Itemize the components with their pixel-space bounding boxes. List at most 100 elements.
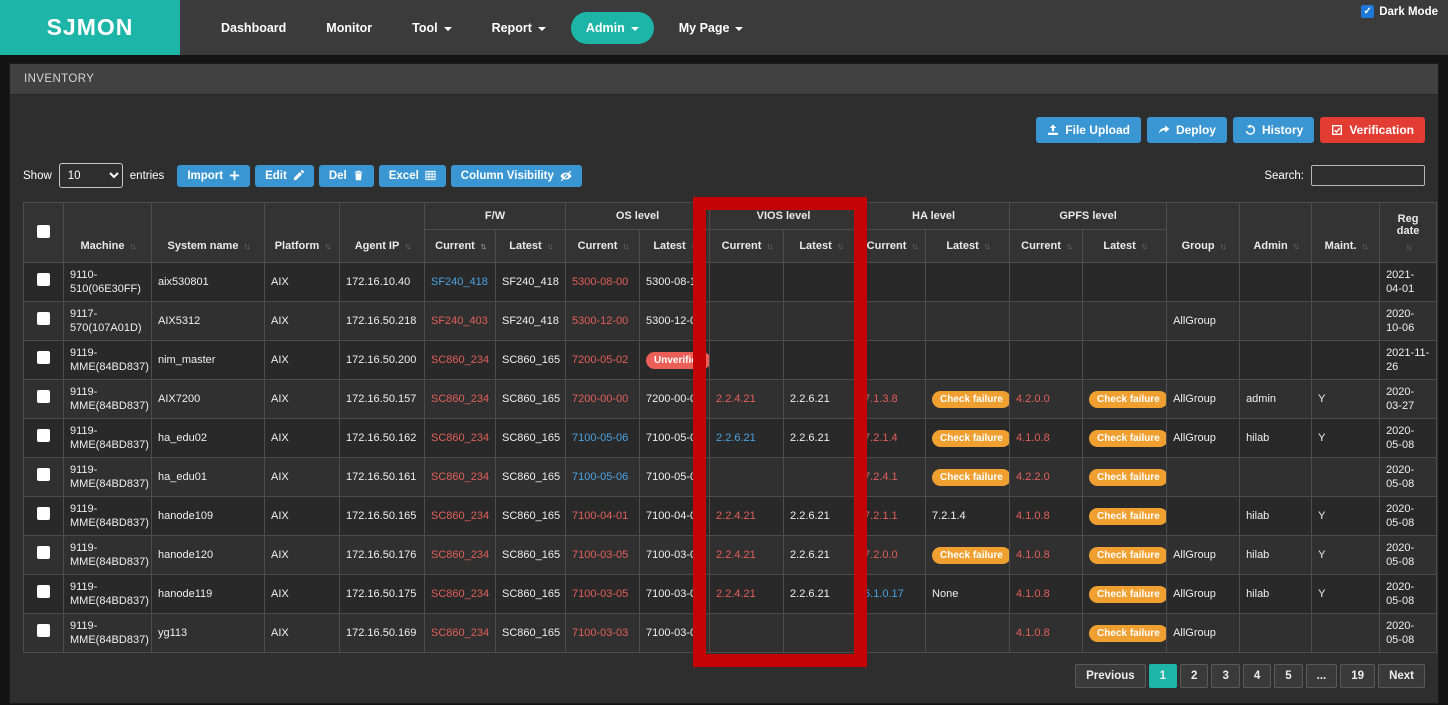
col-header-maint[interactable]: Maint.↑↓: [1312, 203, 1380, 263]
pagination-page-1[interactable]: 1: [1149, 664, 1177, 688]
history-button[interactable]: History: [1233, 117, 1314, 143]
agent-ip-cell: 172.16.10.40: [340, 263, 425, 302]
ha-latest-cell: [926, 263, 1010, 302]
vios-current-cell: [710, 341, 784, 380]
edit-button[interactable]: Edit: [255, 165, 314, 187]
page-size-select[interactable]: 10: [59, 163, 123, 188]
row-checkbox[interactable]: [37, 273, 50, 286]
col-header-agent-ip[interactable]: Agent IP↑↓: [340, 203, 425, 263]
column-visibility-button[interactable]: Column Visibility: [451, 165, 582, 187]
pagination-page-19[interactable]: 19: [1340, 664, 1375, 688]
col-header-machine[interactable]: Machine↑↓: [64, 203, 152, 263]
fw-latest-cell: SC860_165: [496, 380, 566, 419]
status-badge: Check failure: [932, 547, 1010, 564]
nav-item-monitor[interactable]: Monitor: [311, 12, 387, 44]
col-header-ha-latest[interactable]: Latest↑↓: [926, 230, 1010, 263]
verification-button[interactable]: Verification: [1320, 117, 1425, 143]
nav-item-dashboard[interactable]: Dashboard: [206, 12, 301, 44]
col-header-reg-date[interactable]: Reg date↑↓: [1380, 203, 1437, 263]
pagination-page-2[interactable]: 2: [1180, 664, 1208, 688]
ha-latest-cell: None: [926, 575, 1010, 614]
col-header-fw-current[interactable]: Current↑↓: [425, 230, 496, 263]
fw-latest-cell: SC860_165: [496, 419, 566, 458]
row-checkbox[interactable]: [37, 390, 50, 403]
col-header-os-latest[interactable]: Latest↑↓: [640, 230, 710, 263]
col-header-gpfs-latest[interactable]: Latest↑↓: [1083, 230, 1167, 263]
col-header-fw-latest[interactable]: Latest↑↓: [496, 230, 566, 263]
col-header-vios-current[interactable]: Current↑↓: [710, 230, 784, 263]
vios-latest-cell: [784, 458, 858, 497]
col-header-gpfs-current[interactable]: Current↑↓: [1010, 230, 1083, 263]
pagination-next-button[interactable]: Next: [1378, 664, 1425, 688]
pagination-page-5[interactable]: 5: [1274, 664, 1302, 688]
pagination-previous-button[interactable]: Previous: [1075, 664, 1146, 688]
col-header-system-name[interactable]: System name↑↓: [152, 203, 265, 263]
platform-cell: AIX: [265, 575, 340, 614]
row-checkbox[interactable]: [37, 351, 50, 364]
reg-date-cell: 2020-03-27: [1380, 380, 1437, 419]
reg-date-cell: 2020-10-06: [1380, 302, 1437, 341]
col-header-ha-current[interactable]: Current↑↓: [858, 230, 926, 263]
nav-item-tool[interactable]: Tool: [397, 12, 466, 44]
ha-latest-cell: [926, 341, 1010, 380]
os-latest-cell: 7100-03-09: [640, 614, 710, 653]
row-checkbox[interactable]: [37, 312, 50, 325]
nav-item-my-page[interactable]: My Page: [664, 12, 759, 44]
pagination-page-3[interactable]: 3: [1211, 664, 1239, 688]
admin-cell: hilab: [1240, 536, 1312, 575]
col-header-platform[interactable]: Platform↑↓: [265, 203, 340, 263]
row-checkbox[interactable]: [37, 429, 50, 442]
nav-item-admin[interactable]: Admin: [571, 12, 654, 44]
row-checkbox[interactable]: [37, 468, 50, 481]
vios-latest-cell: 2.2.6.21: [784, 380, 858, 419]
row-checkbox[interactable]: [37, 624, 50, 637]
table-grid-icon: [425, 170, 436, 181]
col-header-group[interactable]: Group↑↓: [1167, 203, 1240, 263]
fw-current-cell: SC860_234: [425, 536, 496, 575]
fw-latest-cell: SF240_418: [496, 263, 566, 302]
nav-item-report[interactable]: Report: [477, 12, 561, 44]
fw-current-cell: SC860_234: [425, 614, 496, 653]
fw-latest-cell: SC860_165: [496, 458, 566, 497]
system-name-cell: hanode119: [152, 575, 265, 614]
status-badge: Check failure: [932, 391, 1010, 408]
group-cell: AllGroup: [1167, 302, 1240, 341]
status-badge: Unverified: [646, 352, 710, 369]
gpfs-current-cell: [1010, 263, 1083, 302]
maint-cell: [1312, 263, 1380, 302]
row-select-cell: [24, 458, 64, 497]
fw-latest-cell: SC860_165: [496, 497, 566, 536]
plus-icon: [229, 170, 240, 181]
group-header-ha-level: HA level: [858, 203, 1010, 230]
gpfs-current-cell: 4.1.0.8: [1010, 419, 1083, 458]
row-checkbox[interactable]: [37, 585, 50, 598]
table-row: 9119-MME(84BD837)AIX7200AIX172.16.50.157…: [24, 380, 1437, 419]
row-checkbox[interactable]: [37, 507, 50, 520]
del-button[interactable]: Del: [319, 165, 374, 187]
row-checkbox[interactable]: [37, 546, 50, 559]
file-upload-button[interactable]: File Upload: [1036, 117, 1141, 143]
import-button[interactable]: Import: [177, 165, 250, 187]
admin-cell: [1240, 302, 1312, 341]
col-header-admin[interactable]: Admin↑↓: [1240, 203, 1312, 263]
platform-cell: AIX: [265, 458, 340, 497]
col-header-os-current[interactable]: Current↑↓: [566, 230, 640, 263]
excel-button[interactable]: Excel: [379, 165, 446, 187]
deploy-button[interactable]: Deploy: [1147, 117, 1227, 143]
pagination-page-4[interactable]: 4: [1243, 664, 1271, 688]
search-input[interactable]: [1311, 165, 1425, 186]
row-select-cell: [24, 536, 64, 575]
brand-logo[interactable]: SJMON: [0, 0, 180, 55]
dark-mode-checkbox[interactable]: ✓: [1361, 5, 1374, 18]
gpfs-current-cell: 4.2.2.0: [1010, 458, 1083, 497]
table-row: 9110-510(06E30FF)aix530801AIX172.16.10.4…: [24, 263, 1437, 302]
row-select-cell: [24, 614, 64, 653]
pagination-ellipsis[interactable]: ...: [1306, 664, 1338, 688]
admin-cell: admin: [1240, 380, 1312, 419]
col-header-vios-latest[interactable]: Latest↑↓: [784, 230, 858, 263]
select-all-checkbox[interactable]: [37, 225, 50, 238]
nav-items: Dashboard Monitor Tool Report Admin My Page: [206, 0, 758, 55]
table-row: 9119-MME(84BD837)ha_edu01AIX172.16.50.16…: [24, 458, 1437, 497]
system-name-cell: nim_master: [152, 341, 265, 380]
nav-item-label: Report: [492, 21, 532, 35]
